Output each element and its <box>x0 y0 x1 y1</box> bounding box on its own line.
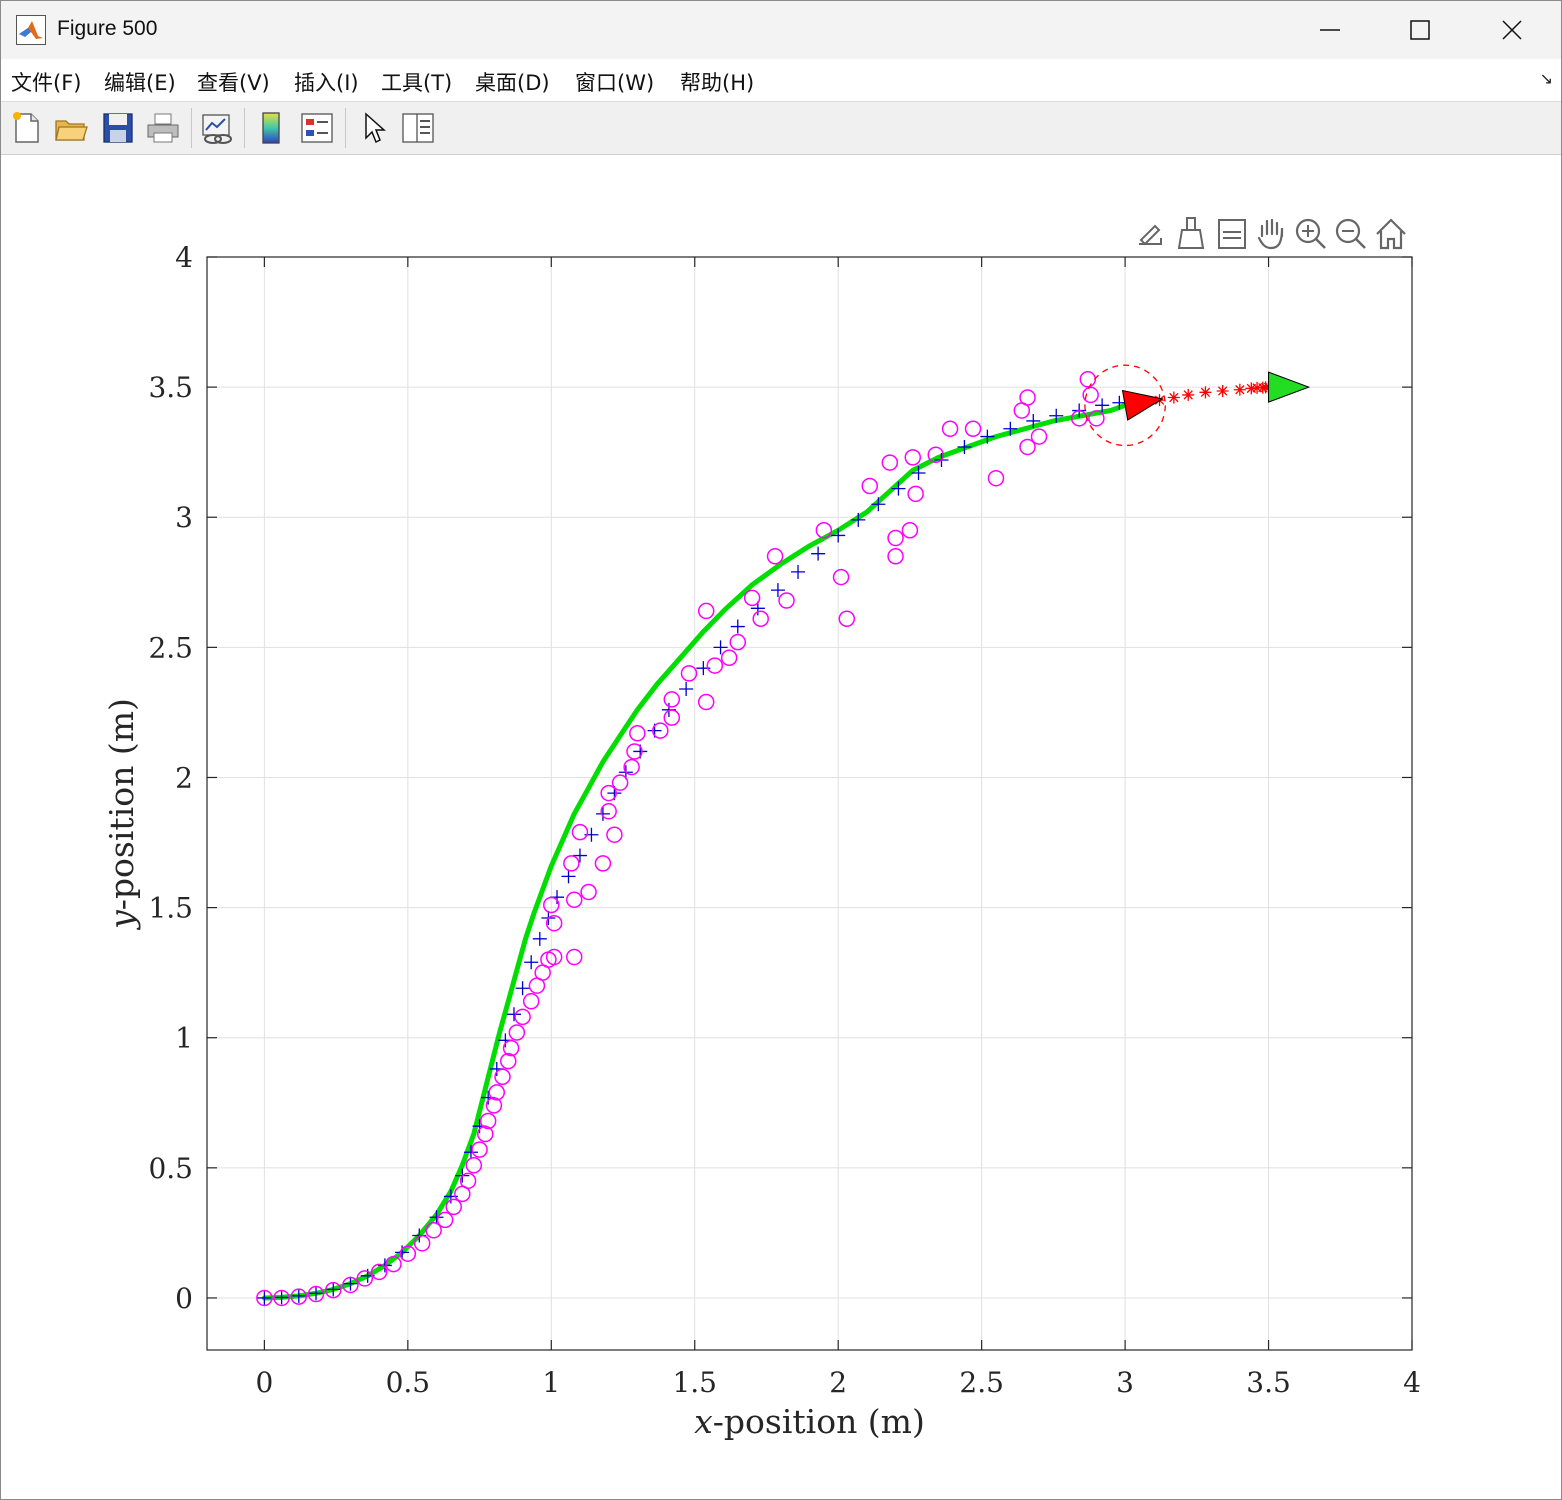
zoom-out-icon[interactable] <box>1333 214 1369 254</box>
menu-edit[interactable]: 编辑(E) <box>104 67 176 97</box>
zoom-in-icon[interactable] <box>1293 214 1329 254</box>
window-title: Figure 500 <box>57 17 158 40</box>
open-file-icon[interactable] <box>53 110 89 146</box>
menu-help[interactable]: 帮助(H) <box>680 67 754 97</box>
menu-window[interactable]: 窗口(W) <box>575 67 654 97</box>
title-bar: Figure 500 <box>1 1 1561 59</box>
property-inspector-icon[interactable] <box>400 110 436 146</box>
maximize-button[interactable] <box>1375 1 1465 59</box>
menu-insert[interactable]: 插入(I) <box>294 67 359 97</box>
menu-desktop[interactable]: 桌面(D) <box>475 67 550 97</box>
menu-view[interactable]: 查看(V) <box>197 67 270 97</box>
export-icon[interactable] <box>1133 214 1169 254</box>
brush-icon[interactable] <box>1173 214 1209 254</box>
colorbar-icon[interactable] <box>253 110 289 146</box>
minimize-icon <box>1320 29 1340 31</box>
pan-hand-icon[interactable] <box>1253 214 1289 254</box>
close-button[interactable] <box>1467 1 1557 59</box>
maximize-icon <box>1410 20 1430 40</box>
datatip-icon[interactable] <box>1213 214 1249 254</box>
matlab-logo-icon <box>16 15 46 45</box>
dock-arrow-icon[interactable]: ↘ <box>1540 69 1553 88</box>
save-icon[interactable] <box>100 110 136 146</box>
legend-icon[interactable] <box>299 110 335 146</box>
toolbar-separator <box>244 108 245 148</box>
figure-toolbar <box>1 102 1561 155</box>
figure-window: Figure 500 文件(F) 编辑(E) 查看(V) 插入(I) 工具(T)… <box>0 0 1562 1500</box>
close-icon <box>1502 20 1522 40</box>
home-icon[interactable] <box>1373 214 1409 254</box>
new-figure-icon[interactable] <box>9 110 45 146</box>
toolbar-separator <box>345 108 346 148</box>
menu-file[interactable]: 文件(F) <box>11 67 81 97</box>
toolbar-separator <box>191 108 192 148</box>
figure-canvas <box>1 155 1561 1499</box>
menu-tools[interactable]: 工具(T) <box>381 67 452 97</box>
menu-bar: 文件(F) 编辑(E) 查看(V) 插入(I) 工具(T) 桌面(D) 窗口(W… <box>1 59 1561 102</box>
print-icon[interactable] <box>145 110 181 146</box>
link-plot-icon[interactable] <box>199 110 235 146</box>
minimize-button[interactable] <box>1285 1 1375 59</box>
pointer-icon[interactable] <box>356 110 392 146</box>
